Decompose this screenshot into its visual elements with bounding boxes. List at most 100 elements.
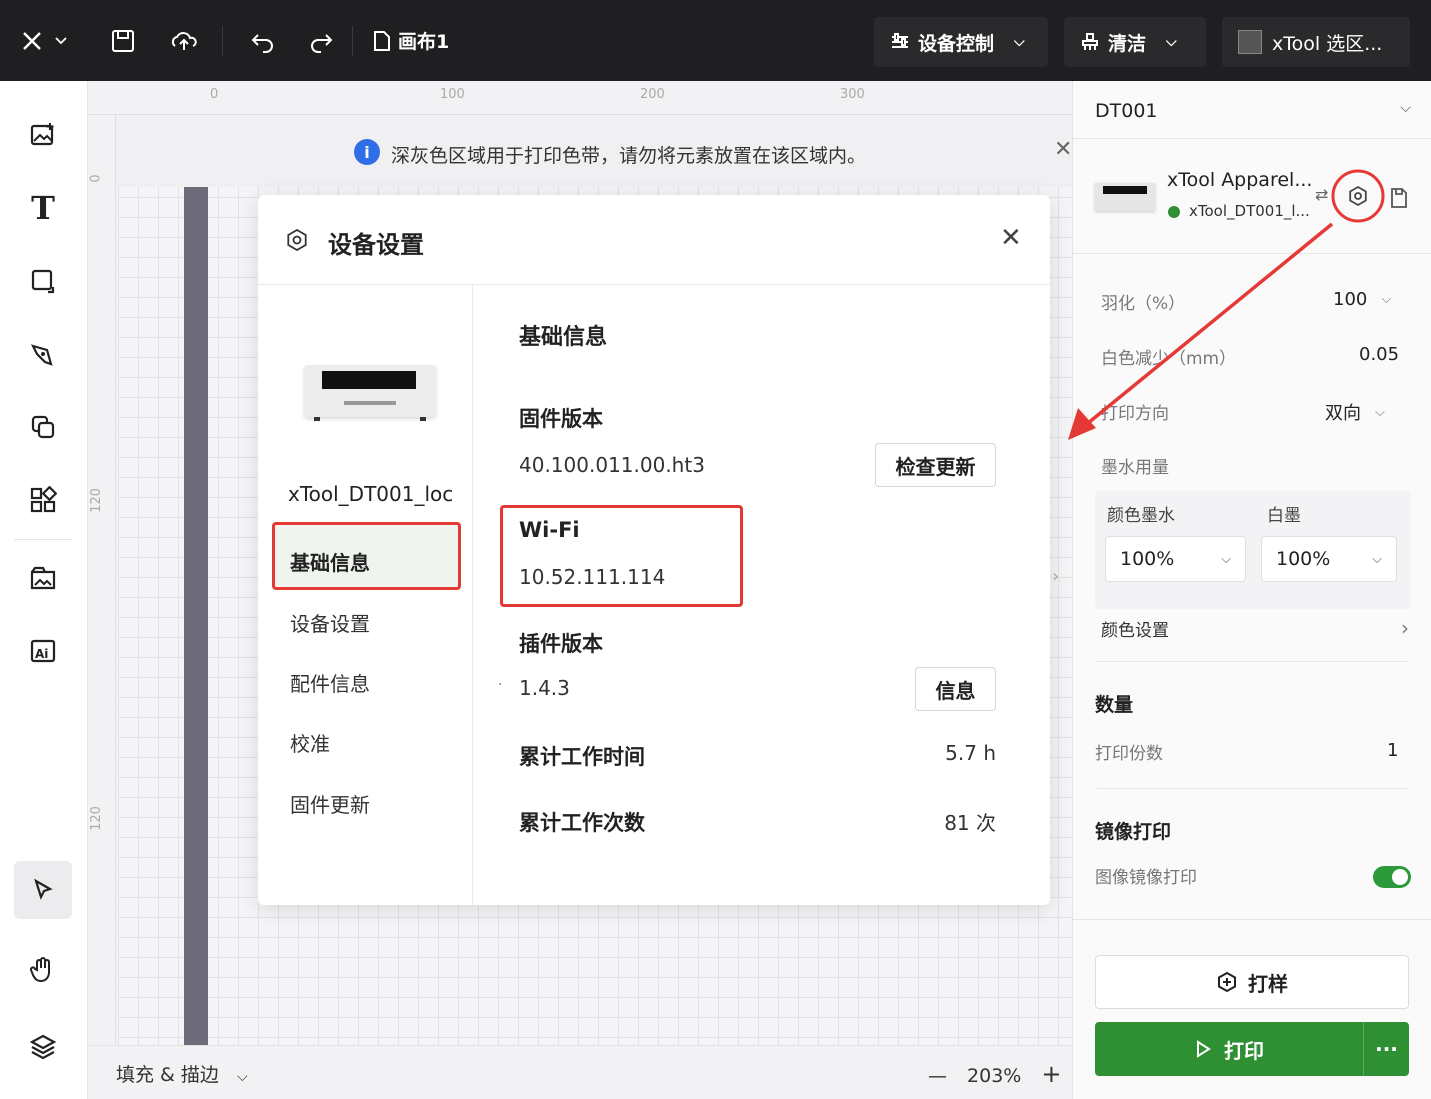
elements-tool[interactable] [14,471,72,529]
print-more-button[interactable]: ··· [1363,1022,1409,1076]
work-count-label: 累计工作次数 [519,811,645,835]
divider [1097,788,1408,789]
section-title: 基础信息 [519,325,608,350]
notice-text: 深灰色区域用于打印色带，请勿将元素放置在该区域内。 [391,145,867,167]
svg-text:Ai: Ai [35,647,48,661]
nav-device-settings[interactable]: 设备设置 [290,608,370,637]
device-settings-dialog: 设备设置 ✕ xTool_DT001_loc 基础信息 设备设置 配件信息 校准… [258,195,1050,905]
redo-icon [311,33,333,53]
sample-print-button[interactable]: 打样 [1095,955,1409,1009]
ruler-label: 0 [88,174,104,183]
mirror-heading: 镜像打印 [1095,821,1172,843]
chevron-right-icon: › [1401,616,1409,640]
ai-tool[interactable]: Ai [14,622,72,680]
select-tool[interactable] [14,861,72,919]
divider [1073,919,1431,920]
check-update-button[interactable]: 检查更新 [875,443,996,487]
document-icon [374,30,390,51]
switch-device-icon[interactable]: ⇄ [1315,185,1328,204]
canvas-tab[interactable]: 画布1 [372,0,449,81]
color-ink-value: 100% [1120,548,1175,570]
chevron-right-icon[interactable]: › [1052,566,1059,587]
dialog-content: 基础信息 固件版本 40.100.011.00.ht3 检查更新 Wi-Fi 1… [474,285,1050,905]
color-ink-label: 颜色墨水 [1107,506,1175,526]
text-tool[interactable]: T [14,179,72,237]
pen-tool[interactable] [14,325,72,383]
chevron-down-icon: ⌵ [1221,551,1231,567]
layers-icon [29,1034,57,1060]
ai-image-icon: Ai [30,639,56,663]
ruler-label: 100 [440,87,465,102]
app-select-button[interactable]: xTool 选区... [1222,17,1410,67]
gear-icon [287,229,307,251]
undo-button[interactable] [250,0,276,81]
image-tool[interactable] [14,106,72,164]
project-tool[interactable] [14,549,72,607]
copy-tool[interactable] [14,398,72,456]
pen-icon [30,344,53,366]
sample-icon [1218,971,1236,993]
grid-apps-icon [30,486,57,513]
close-icon [23,31,41,50]
save-button[interactable] [110,0,136,81]
white-ink-select[interactable]: 100% ⌵ [1261,536,1397,582]
ruler-label: 120 [88,488,104,513]
cursor-icon [34,878,53,900]
divider [1073,138,1431,139]
layers-tool[interactable] [14,1018,72,1076]
save-preset-icon[interactable] [1389,187,1409,209]
nav-firmware-update[interactable]: 固件更新 [290,789,370,818]
color-ink-select[interactable]: 100% ⌵ [1105,536,1246,582]
wifi-value: 10.52.111.114 [519,565,666,589]
canvas-name: 画布1 [398,31,450,53]
dialog-header: 设备设置 ✕ [258,195,1050,285]
top-toolbar: 画布1 设备控制 ⌵ 清洁 ⌵ xTool 选区... [0,0,1431,81]
white-reduce-value[interactable]: 0.05 [1359,344,1399,365]
close-menu-button[interactable] [20,0,68,81]
fill-stroke-label: 填充 & 描边 [116,1064,219,1086]
sample-button-label: 打样 [1248,971,1288,996]
cloud-upload-button[interactable] [170,0,198,81]
sliders-icon [892,33,908,48]
text-icon: T [31,189,55,227]
clean-label: 清洁 [1108,32,1147,55]
ruler-label: 300 [840,87,865,102]
print-button[interactable]: 打印 [1095,1022,1363,1076]
dialog-sidebar: xTool_DT001_loc 基础信息 设备设置 配件信息 校准 固件更新 [258,285,473,905]
work-count-value: 81 次 [944,811,996,835]
chevron-down-icon: ⌵ [236,1069,248,1085]
dialog-close-button[interactable]: ✕ [1000,223,1022,253]
chevron-down-icon: ⌵ [1375,404,1385,420]
chevron-down-icon: ⌵ [1400,100,1411,116]
clean-button[interactable]: 清洁 ⌵ [1064,17,1206,67]
more-icon: ··· [1375,1037,1398,1061]
nav-accessory-info[interactable]: 配件信息 [290,668,370,697]
fill-stroke-dropdown[interactable]: 填充 & 描边 ⌵ [116,1060,248,1087]
copies-value[interactable]: 1 [1387,740,1398,761]
zoom-out-button[interactable]: — [928,1065,947,1087]
info-button-label: 信息 [935,678,976,703]
ribbon-area [184,187,208,1045]
white-ink-value: 100% [1276,548,1331,570]
zoom-in-button[interactable]: + [1041,1060,1061,1088]
shape-tool[interactable] [14,252,72,310]
canvas-bottom-bar: 填充 & 描边 ⌵ — 203% + [88,1045,1072,1099]
left-toolbar: T Ai [0,81,88,1099]
bullet-dot: · [498,677,503,693]
color-settings-row[interactable]: 颜色设置 › [1101,616,1409,641]
info-icon: i [354,139,380,165]
firmware-value: 40.100.011.00.ht3 [519,453,705,477]
ink-usage-label: 墨水用量 [1101,458,1169,478]
notice-close-button[interactable]: ✕ [1054,137,1072,162]
hand-tool[interactable] [14,941,72,999]
mirror-toggle[interactable] [1373,866,1411,888]
zoom-level[interactable]: 203% [967,1065,1021,1087]
nav-basic-info[interactable]: 基础信息 [290,547,370,576]
device-select[interactable]: DT001 ⌵ [1095,100,1411,122]
redo-button[interactable] [308,0,334,81]
nav-calibration[interactable]: 校准 [290,728,330,757]
device-control-button[interactable]: 设备控制 ⌵ [874,17,1048,67]
app-select-label: xTool 选区... [1272,32,1383,55]
info-button[interactable]: 信息 [915,667,996,711]
chevron-down-icon: ⌵ [1166,34,1177,50]
